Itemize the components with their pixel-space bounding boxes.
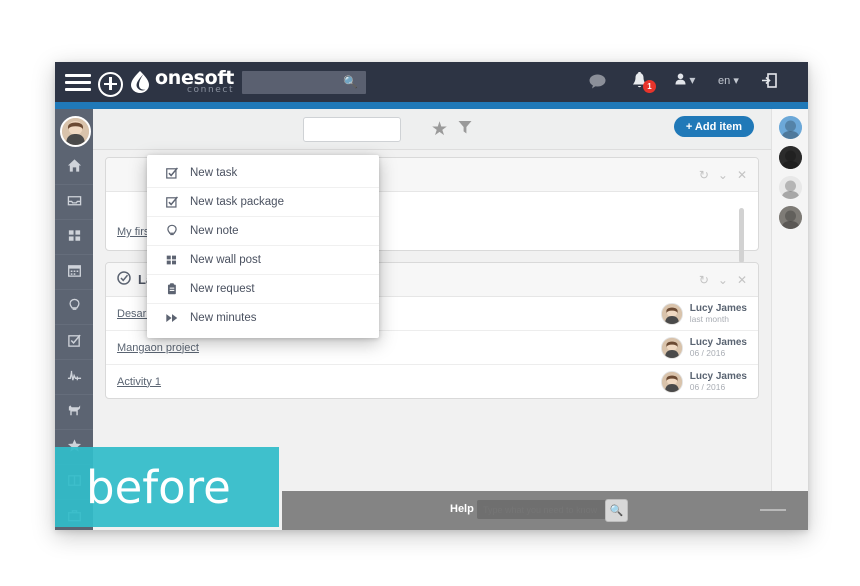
help-bar-handle[interactable]: [760, 509, 786, 511]
item-link[interactable]: Mangaon project: [117, 342, 199, 354]
menu-item-label: New minutes: [190, 312, 257, 324]
sidebar-user-avatar[interactable]: [60, 116, 91, 147]
menu-item-new-request[interactable]: New request: [147, 275, 379, 304]
star-icon[interactable]: ★: [431, 118, 448, 141]
filter-icon[interactable]: [458, 120, 472, 140]
grid-squares-icon: [165, 253, 185, 267]
before-label-overlay: before: [55, 447, 279, 527]
sidebar-item-notes[interactable]: [55, 290, 93, 325]
search-icon[interactable]: 🔍: [605, 499, 628, 522]
help-search-input[interactable]: [477, 500, 609, 519]
row-user-name: Lucy James: [689, 302, 747, 314]
sidebar-item-calendar[interactable]: [55, 255, 93, 290]
language-caret: ▾: [733, 75, 739, 87]
dog-icon: [67, 403, 82, 421]
row-user-name: Lucy James: [689, 336, 747, 348]
language-menu-dropdown[interactable]: en ▾: [718, 74, 739, 87]
checkbox-icon: [67, 333, 82, 351]
avatar-green-monster[interactable]: [779, 116, 802, 139]
sidebar-item-tasks[interactable]: [55, 325, 93, 360]
table-row[interactable]: Activity 1 Lucy James 06 / 2016: [106, 365, 758, 398]
row-timestamp: 06 / 2016: [689, 381, 726, 392]
help-bar: Help 🔍: [282, 491, 808, 530]
right-avatar-rail: [771, 109, 808, 530]
top-header-bar: onesoft connect 🔍 1 ▾ en ▾: [55, 62, 808, 102]
avatar: [660, 370, 683, 393]
add-item-button[interactable]: + Add item: [673, 116, 754, 137]
droplet-logo-icon: [130, 70, 150, 93]
menu-item-label: New task package: [190, 196, 284, 208]
home-icon: [67, 158, 82, 176]
help-label: Help: [450, 503, 474, 515]
avatar: [660, 336, 683, 359]
before-label: before: [86, 460, 231, 514]
panel-collapse-icon[interactable]: ⌄: [718, 168, 728, 182]
avatar-dark-figure[interactable]: [779, 146, 802, 169]
sidebar-item-inbox[interactable]: [55, 185, 93, 220]
menu-item-new-task-package[interactable]: New task package: [147, 188, 379, 217]
avatar-blue-hat[interactable]: [779, 176, 802, 199]
language-label: en: [718, 75, 731, 87]
menu-item-label: New request: [190, 283, 255, 295]
app-logo[interactable]: onesoft connect: [130, 69, 234, 96]
row-timestamp: last month: [689, 313, 729, 324]
sidebar-item-home[interactable]: [55, 150, 93, 185]
user-menu-dropdown[interactable]: ▾: [675, 73, 695, 87]
avatar: [660, 302, 683, 325]
row-timestamp: 06 / 2016: [689, 347, 726, 358]
accent-strip: [55, 102, 808, 109]
panel-close-icon[interactable]: ✕: [737, 273, 747, 287]
menu-item-label: New wall post: [190, 254, 261, 266]
item-link[interactable]: Activity 1: [117, 376, 161, 388]
chat-bubble-icon[interactable]: [589, 74, 606, 94]
row-user-name: Lucy James: [689, 370, 747, 382]
menu-item-label: New note: [190, 225, 239, 237]
calendar-icon: [67, 263, 82, 281]
panel-close-icon[interactable]: ✕: [737, 168, 747, 182]
sidebar-item-dashboard[interactable]: [55, 220, 93, 255]
hamburger-menu-icon[interactable]: [65, 74, 91, 91]
fast-forward-icon: [165, 311, 185, 325]
panel-collapse-icon[interactable]: ⌄: [718, 273, 728, 287]
panel-scrollbar[interactable]: [739, 208, 744, 263]
checkbox-checked-icon: [165, 195, 185, 209]
panel-refresh-icon[interactable]: ↻: [699, 168, 709, 182]
lightbulb-icon: [67, 298, 82, 316]
panel-refresh-icon[interactable]: ↻: [699, 273, 709, 287]
sidebar-item-pets[interactable]: [55, 395, 93, 430]
chart-icon: [67, 368, 82, 386]
create-dropdown-menu: New task New task package New note New wall…: [147, 155, 379, 338]
plus-circle-icon[interactable]: [98, 72, 123, 97]
logout-icon[interactable]: [761, 73, 777, 92]
bell-icon[interactable]: 1: [631, 71, 656, 95]
user-menu-caret: ▾: [689, 73, 696, 87]
inbox-icon: [67, 193, 82, 211]
sidebar-item-reports[interactable]: [55, 360, 93, 395]
menu-item-label: New task: [190, 167, 238, 179]
clock-check-icon: [117, 271, 131, 288]
menu-item-new-note[interactable]: New note: [147, 217, 379, 246]
lightbulb-icon: [165, 224, 185, 238]
menu-item-new-wall-post[interactable]: New wall post: [147, 246, 379, 275]
toolbar-search-input[interactable]: [303, 117, 401, 142]
grid-icon: [67, 228, 82, 246]
notification-badge: 1: [643, 80, 656, 93]
avatar-grey-person[interactable]: [779, 206, 802, 229]
checkbox-checked-icon: [165, 166, 185, 180]
clipboard-icon: [165, 282, 185, 296]
search-icon[interactable]: 🔍: [343, 75, 358, 89]
content-toolbar: ★ + Add item: [93, 109, 771, 150]
menu-item-new-task[interactable]: New task: [147, 159, 379, 188]
menu-item-new-minutes[interactable]: New minutes: [147, 304, 379, 332]
